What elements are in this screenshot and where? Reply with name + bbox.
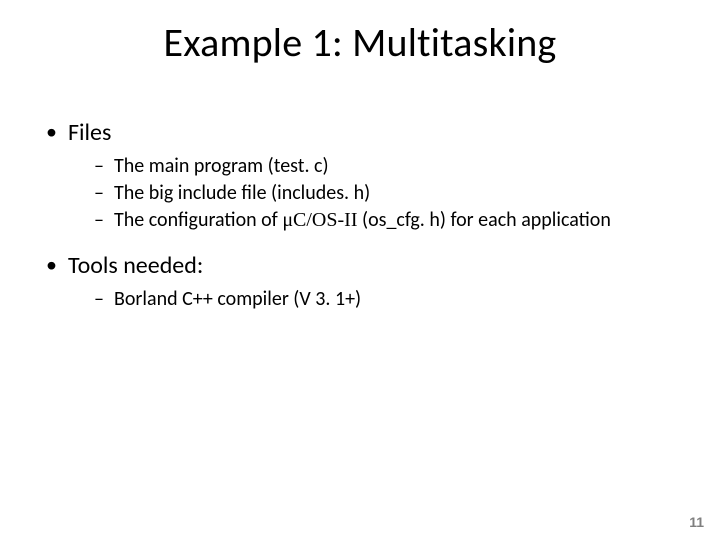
text-part-serif: μC/OS-II [282,209,357,231]
slide-title: Example 1: Multitasking [0,18,720,67]
slide-body: Files The main program (test. c) The big… [44,110,676,330]
bullet-files: Files [44,118,676,148]
sub-item: The big include file (includes. h) [94,181,676,206]
tools-sublist: Borland C++ compiler (V 3. 1+) [94,287,676,312]
sub-item: The main program (test. c) [94,154,676,179]
files-sublist: The main program (test. c) The big inclu… [94,154,676,233]
page-number: 11 [689,514,704,530]
sub-item: Borland C++ compiler (V 3. 1+) [94,287,676,312]
text-part: (os_cfg. h) for each application [357,208,610,232]
slide: Example 1: Multitasking Files The main p… [0,0,720,540]
text-part: The configuration of [114,208,282,232]
bullet-tools: Tools needed: [44,251,676,281]
sub-item: The configuration of μC/OS-II (os_cfg. h… [94,208,676,233]
